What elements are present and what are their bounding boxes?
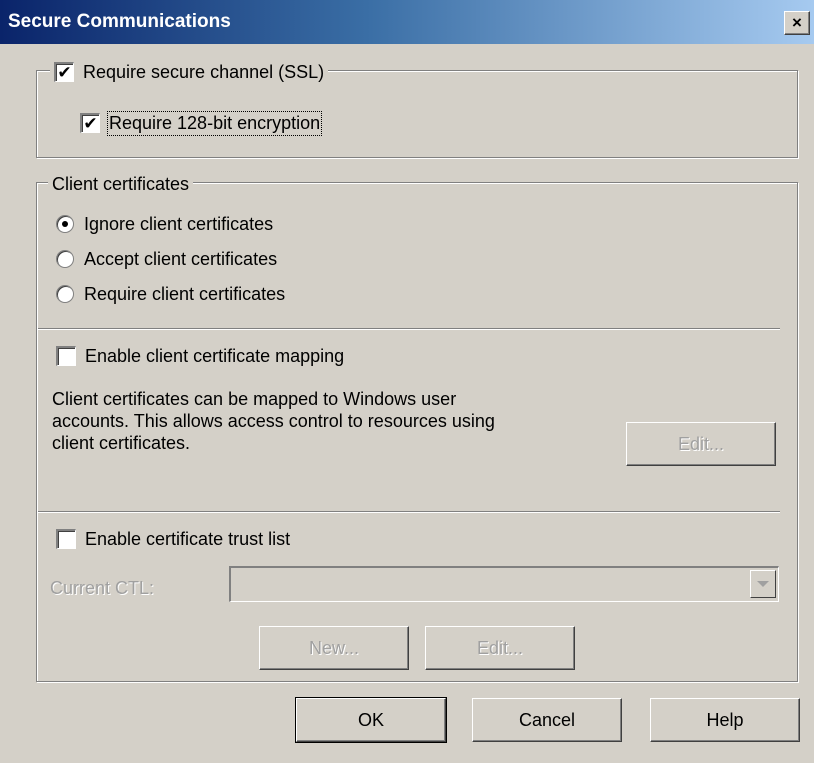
enable-cert-mapping-check[interactable] [56, 346, 76, 366]
current-ctl-dropdown[interactable] [229, 566, 779, 602]
help-button[interactable]: Help [650, 698, 800, 742]
require-ssl-label: Require secure channel (SSL) [83, 61, 325, 82]
radio-accept-label: Accept client certificates [84, 248, 278, 269]
radio-accept-client-certs[interactable]: Accept client certificates [56, 247, 277, 271]
divider-mapping [38, 328, 780, 330]
current-ctl-label: Current CTL: [50, 577, 155, 598]
ctl-edit-button[interactable]: Edit... [425, 626, 575, 670]
radio-ignore-indicator[interactable] [56, 215, 74, 233]
enable-ctl-checkbox[interactable]: Enable certificate trust list [56, 526, 290, 552]
divider-ctl [38, 511, 780, 513]
ctl-new-button[interactable]: New... [259, 626, 409, 670]
require-ssl-check[interactable]: ✔ [54, 62, 74, 82]
enable-ctl-label: Enable certificate trust list [85, 528, 291, 549]
require-secure-channel-checkbox[interactable]: ✔ Require secure channel (SSL) [50, 60, 329, 84]
enable-ctl-check[interactable] [56, 529, 76, 549]
window-title: Secure Communications [8, 11, 231, 32]
radio-require-label: Require client certificates [84, 283, 286, 304]
dropdown-arrow-icon[interactable] [750, 570, 776, 598]
ok-button[interactable]: OK [295, 697, 447, 743]
radio-accept-indicator[interactable] [56, 250, 74, 268]
mapping-edit-button[interactable]: Edit... [626, 422, 776, 466]
enable-cert-mapping-label: Enable client certificate mapping [85, 345, 345, 366]
radio-ignore-label: Ignore client certificates [84, 213, 274, 234]
close-button[interactable]: × [784, 11, 810, 35]
require-128bit-checkbox[interactable]: ✔ Require 128-bit encryption [80, 110, 323, 136]
radio-ignore-client-certs[interactable]: Ignore client certificates [56, 212, 273, 236]
radio-require-client-certs[interactable]: Require client certificates [56, 282, 285, 306]
require-128bit-label: Require 128-bit encryption [106, 110, 323, 136]
radio-require-indicator[interactable] [56, 285, 74, 303]
client-certificates-legend: Client certificates [48, 172, 194, 196]
mapping-description: Client certificates can be mapped to Win… [52, 389, 495, 453]
cancel-button[interactable]: Cancel [472, 698, 622, 742]
require-128bit-check[interactable]: ✔ [80, 113, 100, 133]
title-bar: Secure Communications × [0, 0, 814, 44]
enable-cert-mapping-checkbox[interactable]: Enable client certificate mapping [56, 343, 344, 369]
secure-communications-dialog: Secure Communications × ✔ Require secure… [0, 0, 814, 763]
